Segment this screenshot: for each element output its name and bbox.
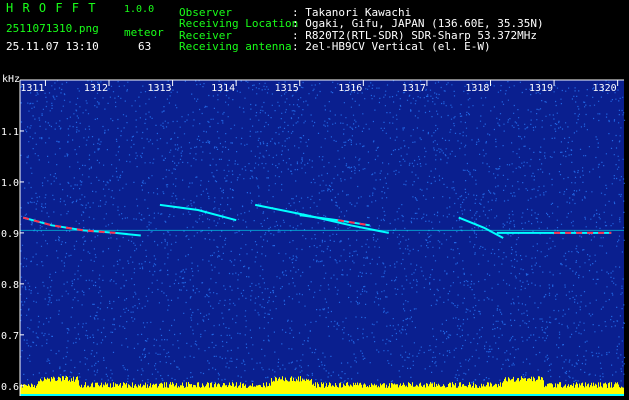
x-tick-label: 1311 [20, 83, 44, 94]
x-tick-label: 1314 [211, 83, 235, 94]
x-tick-label: 1315 [275, 83, 299, 94]
y-tick-label: 1.0 [1, 178, 19, 189]
spectrogram: kHz 1.1 1.0 0.9 0.8 0.7 0.6 1311 1312 1313 1314 131… [1, 74, 626, 396]
x-tick-label: 1317 [402, 83, 426, 94]
x-tick-label: 1319 [529, 83, 553, 94]
x-tick-label: 1320 [593, 83, 617, 94]
x-tick-label: 1318 [465, 83, 489, 94]
y-tick-label: 0.8 [1, 280, 19, 291]
y-tick-label: 0.7 [1, 331, 19, 342]
x-tick-label: 1313 [147, 83, 171, 94]
y-tick-label: 1.1 [1, 127, 19, 138]
y-tick-label: 0.6 [1, 382, 19, 393]
x-tick-label: 1316 [338, 83, 362, 94]
x-tick-label: 1312 [84, 83, 108, 94]
y-unit-label: kHz [2, 74, 20, 85]
y-tick-label: 0.9 [1, 229, 19, 240]
